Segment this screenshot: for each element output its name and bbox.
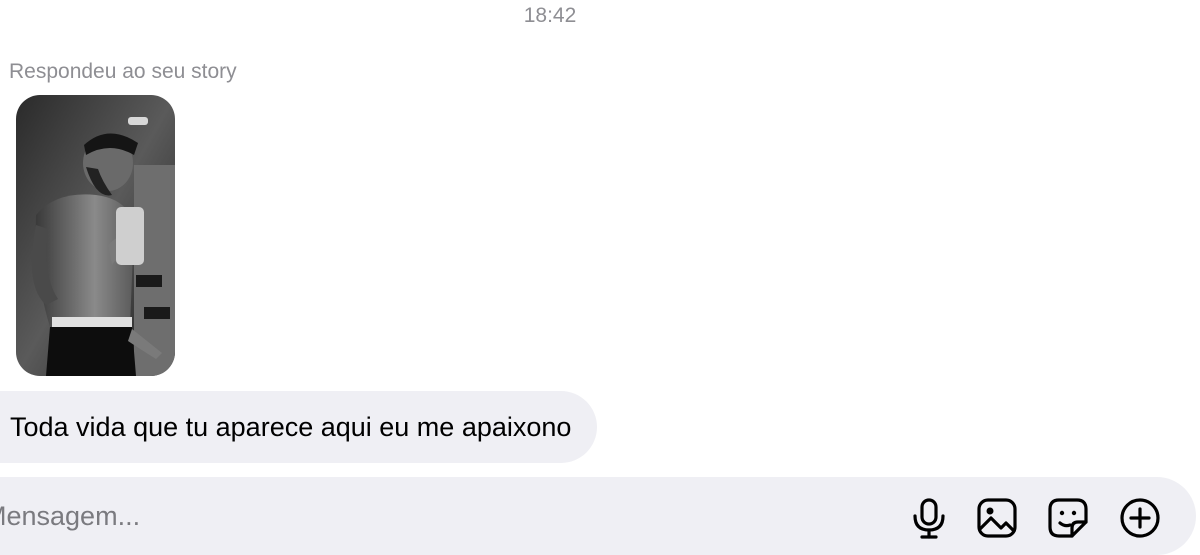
message-text: Toda vida que tu aparece aqui eu me apai… bbox=[10, 411, 572, 442]
chat-screen: 18:42 Respondeu ao seu story Toda vida q… bbox=[0, 0, 1200, 555]
message-bubble[interactable]: Toda vida que tu aparece aqui eu me apai… bbox=[0, 391, 598, 463]
message-composer bbox=[0, 477, 1196, 555]
image-gallery-icon[interactable] bbox=[975, 496, 1019, 540]
story-reply-caption: Respondeu ao seu story bbox=[9, 60, 237, 83]
add-icon[interactable] bbox=[1118, 496, 1162, 540]
story-thumbnail[interactable] bbox=[16, 95, 175, 376]
message-input[interactable] bbox=[0, 477, 804, 555]
microphone-icon[interactable] bbox=[907, 496, 951, 540]
message-timestamp: 18:42 bbox=[523, 4, 577, 27]
story-photo bbox=[16, 95, 175, 376]
sticker-icon[interactable] bbox=[1046, 496, 1090, 540]
